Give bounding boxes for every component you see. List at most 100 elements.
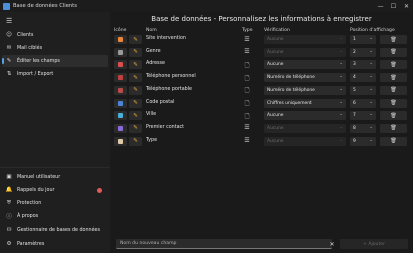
position-select[interactable]: 5 ⌄ <box>350 85 376 95</box>
delete-trash-icon[interactable]: 🗑 <box>380 98 407 108</box>
hamburger-menu-icon[interactable]: ☰ <box>6 17 12 25</box>
position-select[interactable]: 7 ⌄ <box>350 111 376 121</box>
table-row: ✎ Genre ☰ Aucune ⌄ 2 ⌄ 🗑 <box>110 47 413 58</box>
delete-trash-icon[interactable]: 🗑 <box>380 123 407 133</box>
verification-select[interactable]: Numéro de téléphone ⌄ <box>264 85 346 95</box>
new-field-bar: Nom du nouveau champ ✕ + Ajouter <box>110 236 413 253</box>
position-value: 5 <box>353 87 356 93</box>
position-select[interactable]: 1 ⌄ <box>350 35 376 44</box>
verification-value: Chiffres uniquement <box>267 100 312 106</box>
position-select[interactable]: 6 ⌄ <box>350 98 376 108</box>
field-icon-button[interactable] <box>114 60 127 70</box>
pencil-icon: ✎ <box>6 58 12 64</box>
chevron-down-icon: ⌄ <box>369 99 373 105</box>
minimize-button[interactable]: — <box>374 0 387 12</box>
header-type: Type <box>242 28 253 33</box>
field-name: Site intervention <box>146 36 186 41</box>
field-icon-button[interactable] <box>114 123 127 133</box>
verification-value: Aucune <box>267 125 284 131</box>
sidebar-item-database[interactable]: ⛁ Gestionnaire de bases de données <box>2 224 108 236</box>
table-row: ✎ Site intervention ☰ Aucune ⌄ 1 ⌄ 🗑 <box>110 34 413 45</box>
sidebar-item-gear[interactable]: ⚙ Paramètres <box>2 238 108 250</box>
edit-pencil-icon[interactable]: ✎ <box>129 35 142 44</box>
field-type-icon: 🗋 <box>244 61 250 69</box>
field-icon-button[interactable] <box>114 35 127 44</box>
edit-pencil-icon[interactable]: ✎ <box>129 60 142 70</box>
verification-select[interactable]: Aucune ⌄ <box>264 60 346 70</box>
edit-pencil-icon[interactable]: ✎ <box>129 85 142 95</box>
edit-pencil-icon[interactable]: ✎ <box>129 73 142 83</box>
chevron-down-icon: ⌄ <box>339 137 343 143</box>
position-select[interactable]: 4 ⌄ <box>350 73 376 83</box>
position-select[interactable]: 9 ⌄ <box>350 136 376 146</box>
field-name: Adresse <box>146 61 166 67</box>
new-field-input[interactable]: Nom du nouveau champ <box>116 239 332 249</box>
verification-select[interactable]: Aucune ⌄ <box>264 111 346 121</box>
chevron-down-icon: ⌄ <box>339 99 343 105</box>
sidebar-item-person[interactable]: ☺ Clients <box>2 29 108 41</box>
position-select[interactable]: 3 ⌄ <box>350 60 376 70</box>
sidebar-item-shield[interactable]: ⛨ Protection <box>2 197 108 209</box>
add-field-button[interactable]: + Ajouter <box>340 239 408 249</box>
field-name: Téléphone personnel <box>146 74 196 80</box>
chevron-down-icon: ⌄ <box>369 86 373 92</box>
field-color-icon <box>118 75 123 81</box>
position-select[interactable]: 8 ⌄ <box>350 123 376 133</box>
delete-trash-icon[interactable]: 🗑 <box>380 136 407 146</box>
header-verification: Vérification <box>264 28 290 33</box>
sidebar: ☰ ☺ Clients ✉ Mail ciblés ✎ Éditer les champs… <box>0 12 110 253</box>
verification-select[interactable]: Numéro de téléphone ⌄ <box>264 73 346 83</box>
field-type-icon: ☰ <box>244 35 250 43</box>
verification-select: Aucune ⌄ <box>264 47 346 57</box>
field-icon-button[interactable] <box>114 98 127 108</box>
delete-trash-icon[interactable]: 🗑 <box>380 60 407 70</box>
sidebar-item-label: Import / Export <box>17 71 54 77</box>
sidebar-item-import-export[interactable]: ⇅ Import / Export <box>2 68 108 80</box>
sidebar-item-label: Éditer les champs <box>17 58 60 64</box>
maximize-button[interactable]: ☐ <box>387 0 400 12</box>
close-button[interactable]: ✕ <box>400 0 413 12</box>
edit-pencil-icon[interactable]: ✎ <box>129 123 142 133</box>
edit-pencil-icon[interactable]: ✎ <box>129 98 142 108</box>
field-icon-button[interactable] <box>114 47 127 57</box>
edit-pencil-icon[interactable]: ✎ <box>129 111 142 121</box>
field-icon-button[interactable] <box>114 85 127 95</box>
sidebar-item-mail[interactable]: ✉ Mail ciblés <box>2 42 108 54</box>
field-icon-button[interactable] <box>114 136 127 146</box>
sidebar-item-info[interactable]: ⓘ À propos <box>2 210 108 222</box>
field-color-icon <box>118 37 123 42</box>
delete-trash-icon[interactable]: 🗑 <box>380 85 407 95</box>
window-title: Base de données Clients <box>13 3 77 9</box>
sidebar-item-pencil[interactable]: ✎ Éditer les champs <box>2 55 108 67</box>
table-row: ✎ Type ☰ Aucune ⌄ 9 ⌄ 🗑 <box>110 136 413 147</box>
gear-icon: ⚙ <box>6 241 12 247</box>
verification-select[interactable]: Chiffres uniquement ⌄ <box>264 98 346 108</box>
chevron-down-icon: ⌄ <box>369 61 373 67</box>
delete-trash-icon[interactable]: 🗑 <box>380 35 407 44</box>
field-icon-button[interactable] <box>114 73 127 83</box>
field-type-icon: 🗋 <box>244 100 250 107</box>
chevron-down-icon: ⌄ <box>339 48 343 54</box>
edit-pencil-icon[interactable]: ✎ <box>129 47 142 57</box>
position-value: 2 <box>353 49 356 55</box>
clear-icon[interactable]: ✕ <box>327 239 337 249</box>
sidebar-item-book[interactable]: ▣ Manuel utilisateur <box>2 171 108 183</box>
database-icon: ⛁ <box>6 227 12 233</box>
position-value: 3 <box>353 62 356 68</box>
field-name: Ville <box>146 112 157 118</box>
sidebar-item-bell[interactable]: 🔔 Rappels du jour <box>2 184 108 196</box>
chevron-down-icon: ⌄ <box>369 74 373 80</box>
delete-trash-icon[interactable]: 🗑 <box>380 73 407 83</box>
field-icon-button[interactable] <box>114 111 127 121</box>
verification-value: Numéro de téléphone <box>267 87 315 93</box>
delete-trash-icon[interactable]: 🗑 <box>380 47 407 57</box>
delete-trash-icon[interactable]: 🗑 <box>380 111 407 121</box>
table-row: ✎ Ville 🗋 Aucune ⌄ 7 ⌄ 🗑 <box>110 110 413 121</box>
edit-pencil-icon[interactable]: ✎ <box>129 136 142 146</box>
position-select[interactable]: 2 ⌄ <box>350 47 376 57</box>
field-color-icon <box>118 87 123 93</box>
sidebar-divider <box>0 167 110 168</box>
chevron-down-icon: ⌄ <box>369 48 373 54</box>
info-icon: ⓘ <box>6 214 12 220</box>
chevron-down-icon: ⌄ <box>339 124 343 130</box>
